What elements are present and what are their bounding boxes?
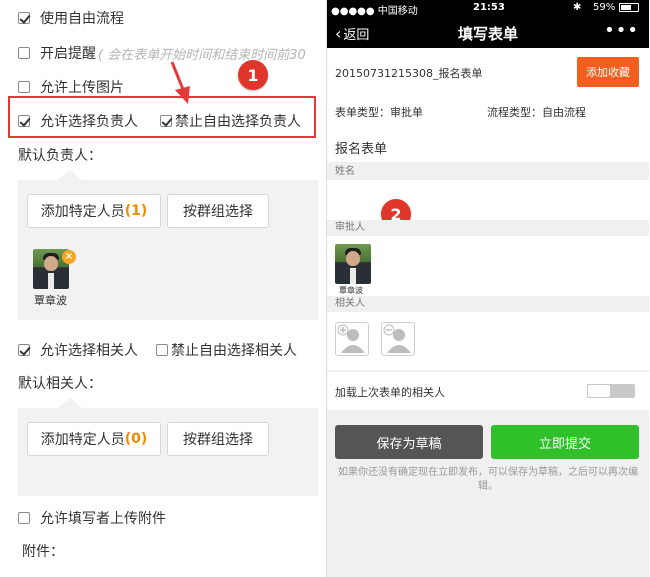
allow-choose-owner-label: 允许选择负责人 <box>40 114 138 130</box>
allow-attach-label: 允许填写者上传附件 <box>40 511 166 527</box>
bluetooth-icon: ✱ <box>573 2 582 13</box>
approver-name: 覃章波 <box>339 286 363 295</box>
load-last-related-label: 加载上次表单的相关人 <box>335 386 445 399</box>
group-select-label-1: 按群组选择 <box>183 204 253 220</box>
flow-type-label: 流程类型： <box>487 106 542 119</box>
remove-owner-icon[interactable]: × <box>62 250 76 264</box>
attach-label: 附件： <box>22 544 64 560</box>
forbid-free-choose-related-checkbox[interactable] <box>156 344 168 356</box>
step-badge-1: 1 <box>238 60 268 90</box>
forbid-free-choose-owner-label: 禁止自由选择负责人 <box>175 114 301 130</box>
status-bar: ●●●●● 中国移动 21:53 ✱ 59% <box>327 0 649 17</box>
form-type: 表单类型：审批单 <box>335 104 423 120</box>
allow-upload-image-checkbox[interactable] <box>18 81 30 93</box>
related-section <box>327 312 649 370</box>
forbid-free-choose-related-label: 禁止自由选择相关人 <box>171 343 297 359</box>
default-owner-label: 默认负责人： <box>18 148 102 164</box>
enable-reminder-option[interactable]: 开启提醒 ( 会在表单开始时间和结束时间前30 <box>18 43 306 63</box>
owner-box-notch <box>58 170 82 180</box>
group-select-button-1[interactable]: 按群组选择 <box>167 194 269 228</box>
reminder-hint: ( 会在表单开始时间和结束时间前30 <box>98 47 306 63</box>
allow-choose-owner-checkbox[interactable] <box>18 115 30 127</box>
battery-percent: 59% <box>593 2 616 13</box>
form-settings-panel: 使用自由流程 开启提醒 ( 会在表单开始时间和结束时间前30 允许上传图片 1 … <box>0 0 326 577</box>
carrier-text: ●●●●● 中国移动 <box>331 6 418 17</box>
submit-button[interactable]: 立即提交 <box>491 425 639 459</box>
battery-icon <box>619 3 639 12</box>
save-draft-button[interactable]: 保存为草稿 <box>335 425 483 459</box>
form-type-value: 审批单 <box>390 106 423 119</box>
nav-bar: ‹ 返回 填写表单 ••• <box>327 16 649 48</box>
form-type-label: 表单类型： <box>335 106 390 119</box>
name-label: 姓名 <box>327 164 649 180</box>
allow-choose-related-option[interactable]: 允许选择相关人 <box>18 340 138 360</box>
allow-choose-related-label: 允许选择相关人 <box>40 343 138 359</box>
form-id: 20150731215308_报名表单 <box>335 67 483 80</box>
screenshot: 使用自由流程 开启提醒 ( 会在表单开始时间和结束时间前30 允许上传图片 1 … <box>0 0 650 577</box>
add-specific-people-label-1: 添加特定人员 <box>40 204 125 220</box>
add-specific-count-1: (1) <box>124 203 148 219</box>
add-specific-people-button-1[interactable]: 添加特定人员 (1) <box>27 194 161 228</box>
add-specific-count-2: (0) <box>124 431 148 447</box>
remove-person-icon <box>383 324 411 353</box>
allow-attach-checkbox[interactable] <box>18 512 30 524</box>
allow-choose-owner-option[interactable]: 允许选择负责人 <box>18 111 138 131</box>
more-button[interactable]: ••• <box>604 20 639 41</box>
add-related-button[interactable] <box>335 322 369 356</box>
approver-avatar[interactable] <box>335 244 371 284</box>
forbid-free-choose-owner-checkbox[interactable] <box>160 115 172 127</box>
related-box-notch <box>58 398 82 408</box>
form-title: 报名表单 <box>335 142 388 157</box>
use-free-flow-label: 使用自由流程 <box>40 11 124 27</box>
status-time: 21:53 <box>473 2 505 13</box>
flow-type: 流程类型：自由流程 <box>487 104 586 120</box>
allow-upload-image-option[interactable]: 允许上传图片 <box>18 77 124 97</box>
name-input[interactable] <box>327 180 649 220</box>
default-related-label: 默认相关人： <box>18 376 102 392</box>
approver-label: 审批人 <box>327 220 649 236</box>
add-favorite-button[interactable]: 添加收藏 <box>577 57 639 87</box>
allow-attach-option[interactable]: 允许填写者上传附件 <box>18 508 166 528</box>
allow-choose-related-checkbox[interactable] <box>18 344 30 356</box>
use-free-flow-checkbox[interactable] <box>18 12 30 24</box>
remove-related-button[interactable] <box>381 322 415 356</box>
owner-name: 覃章波 <box>34 294 67 307</box>
group-select-button-2[interactable]: 按群组选择 <box>167 422 269 456</box>
enable-reminder-label: 开启提醒 <box>40 46 96 62</box>
mobile-form-panel: ●●●●● 中国移动 21:53 ✱ 59% ‹ 返回 填写表单 ••• 201… <box>327 0 649 577</box>
enable-reminder-checkbox[interactable] <box>18 47 30 59</box>
allow-upload-image-label: 允许上传图片 <box>40 80 124 96</box>
group-select-label-2: 按群组选择 <box>183 432 253 448</box>
forbid-free-choose-owner-option[interactable]: 禁止自由选择负责人 <box>160 111 301 131</box>
use-free-flow-option[interactable]: 使用自由流程 <box>18 8 124 28</box>
forbid-free-choose-related-option[interactable]: 禁止自由选择相关人 <box>156 340 297 360</box>
approver-section <box>327 236 649 296</box>
related-label: 相关人 <box>327 296 649 312</box>
add-specific-people-button-2[interactable]: 添加特定人员 (0) <box>27 422 161 456</box>
load-last-related-toggle[interactable] <box>587 384 635 398</box>
flow-type-value: 自由流程 <box>542 106 586 119</box>
footnote: 如果你还没有确定现在立即发布，可以保存为草稿，之后可以再次编辑。 <box>338 467 638 492</box>
add-person-icon <box>337 324 365 353</box>
add-specific-people-label-2: 添加特定人员 <box>40 432 125 448</box>
page-title: 填写表单 <box>457 25 518 43</box>
